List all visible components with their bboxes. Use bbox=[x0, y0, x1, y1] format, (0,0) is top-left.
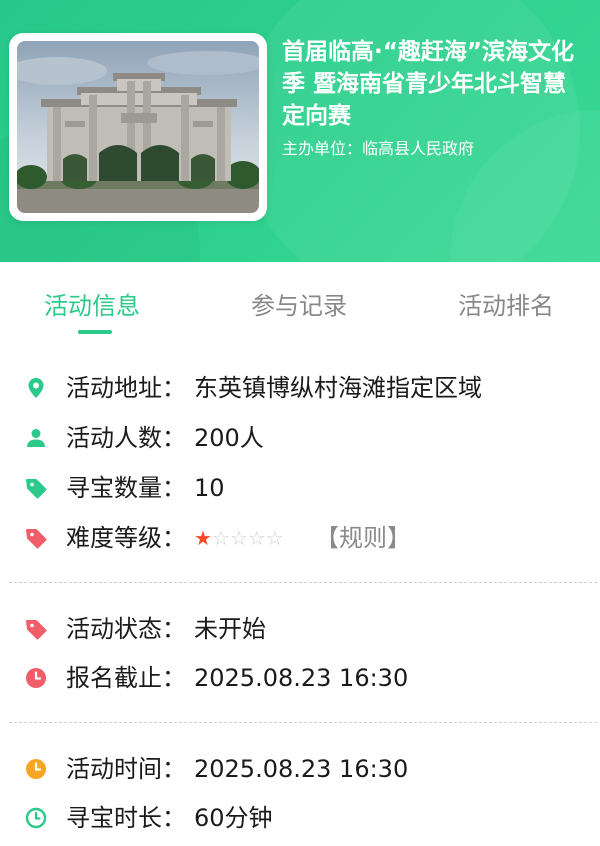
section-divider bbox=[9, 582, 597, 583]
clock-icon bbox=[26, 759, 46, 779]
tag-icon bbox=[26, 479, 47, 499]
rules-link[interactable]: 【规则】 bbox=[315, 522, 411, 554]
star-filled-icon: ★ bbox=[194, 526, 212, 550]
difficulty-label: 难度等级： bbox=[66, 524, 186, 552]
star-empty-icon: ☆ bbox=[211, 526, 230, 550]
tab-participation-records[interactable]: 参与记录 bbox=[251, 290, 347, 322]
timing-row-time: 活动时间： 2025.08.23 16:30 bbox=[0, 749, 600, 789]
tag-icon bbox=[26, 529, 47, 549]
active-tab-indicator bbox=[78, 330, 112, 334]
deadline-value: 2025.08.23 16:30 bbox=[194, 664, 409, 692]
activity-time-value: 2025.08.23 16:30 bbox=[194, 755, 409, 783]
tab-bar: 活动信息 参与记录 活动排名 bbox=[0, 262, 600, 334]
info-row-address: 活动地址： 东英镇博纵村海滩指定区域 bbox=[0, 368, 600, 408]
participants-label: 活动人数： bbox=[66, 424, 186, 452]
difficulty-rating: ★☆☆☆☆ bbox=[194, 524, 284, 552]
activity-time-label: 活动时间： bbox=[66, 755, 186, 783]
address-value: 东英镇博纵村海滩指定区域 bbox=[194, 374, 482, 402]
clock-icon bbox=[26, 668, 46, 688]
star-empty-icon: ☆ bbox=[229, 526, 248, 550]
memorial-archway-photo bbox=[17, 41, 259, 213]
info-row-difficulty: 难度等级： ★☆☆☆☆ 【规则】 bbox=[0, 518, 600, 558]
section-divider bbox=[9, 722, 597, 723]
participants-value: 200人 bbox=[194, 424, 264, 452]
duration-label: 寻宝时长： bbox=[66, 804, 186, 832]
star-empty-icon: ☆ bbox=[265, 526, 284, 550]
tag-icon bbox=[26, 620, 47, 640]
event-cover-image bbox=[9, 33, 267, 221]
person-icon bbox=[27, 429, 45, 447]
status-value: 未开始 bbox=[194, 615, 266, 643]
tab-activity-info[interactable]: 活动信息 bbox=[44, 290, 140, 322]
treasure-count-value: 10 bbox=[194, 474, 225, 502]
event-header: 首届临高·“趣赶海”滨海文化季 暨海南省青少年北斗智慧定向赛 主办单位：临高县人… bbox=[0, 0, 600, 262]
status-row-state: 活动状态： 未开始 bbox=[0, 609, 600, 649]
clock-outline-icon bbox=[25, 807, 47, 829]
status-label: 活动状态： bbox=[66, 615, 186, 643]
deadline-label: 报名截止： bbox=[66, 664, 186, 692]
event-organizer: 主办单位：临高县人民政府 bbox=[282, 139, 475, 158]
status-row-deadline: 报名截止： 2025.08.23 16:30 bbox=[0, 658, 600, 698]
treasure-count-label: 寻宝数量： bbox=[66, 474, 186, 502]
info-row-participants: 活动人数： 200人 bbox=[0, 418, 600, 458]
tab-activity-ranking[interactable]: 活动排名 bbox=[458, 290, 554, 322]
location-pin-icon bbox=[28, 378, 44, 398]
duration-value: 60分钟 bbox=[194, 804, 273, 832]
star-empty-icon: ☆ bbox=[247, 526, 266, 550]
timing-row-duration: 寻宝时长： 60分钟 bbox=[0, 798, 600, 838]
address-label: 活动地址： bbox=[66, 374, 186, 402]
info-row-treasure-count: 寻宝数量： 10 bbox=[0, 468, 600, 508]
event-title: 首届临高·“趣赶海”滨海文化季 暨海南省青少年北斗智慧定向赛 bbox=[282, 39, 574, 129]
